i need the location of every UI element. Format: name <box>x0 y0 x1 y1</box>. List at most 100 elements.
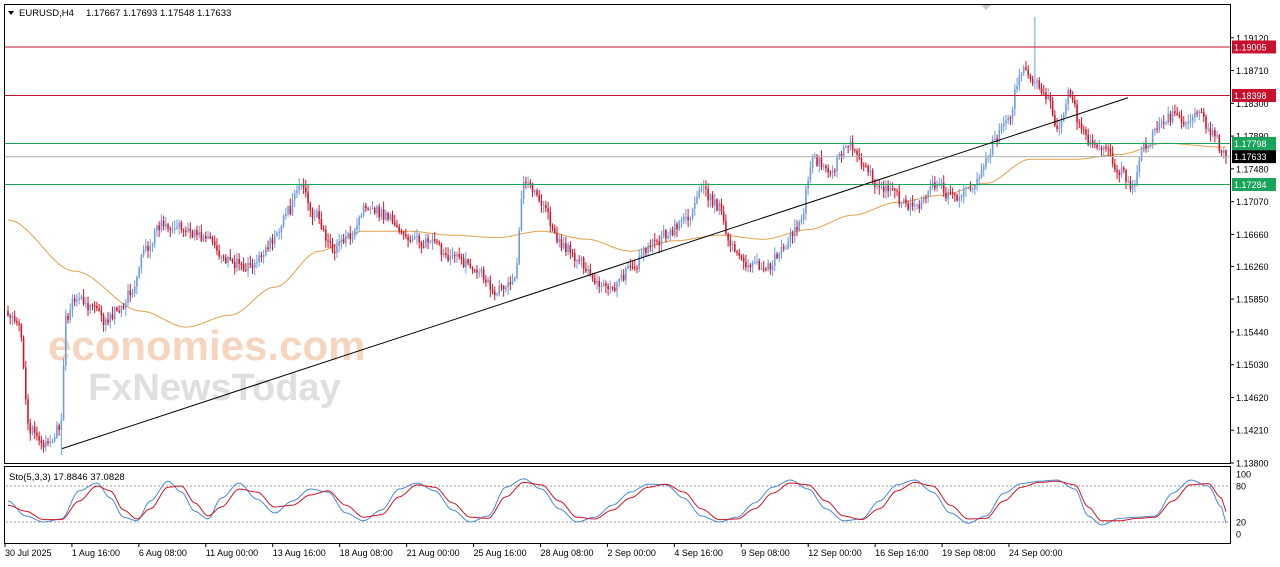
candle-bearish <box>458 253 460 257</box>
candle-bullish <box>542 205 545 207</box>
candle-bullish <box>451 254 454 257</box>
candle-bearish <box>1025 67 1027 70</box>
candle-bearish <box>1082 129 1085 131</box>
candle-bullish <box>285 213 287 216</box>
candle-bearish <box>622 274 625 281</box>
candle-bullish <box>805 188 807 214</box>
candle-bearish <box>482 269 485 280</box>
candle-bearish <box>1042 92 1045 94</box>
candle-bullish <box>994 138 996 140</box>
candle-bearish <box>427 238 429 243</box>
candle-bullish <box>380 209 383 218</box>
candle-bearish <box>311 210 314 218</box>
candle-bearish <box>196 230 198 236</box>
candle-bearish <box>213 241 216 246</box>
candle-bullish <box>778 253 781 259</box>
candle-bullish <box>173 228 176 230</box>
candle-bearish <box>1169 113 1172 122</box>
current-price-tag-text: 1.17633 <box>1234 152 1267 162</box>
candle-bearish <box>862 165 865 167</box>
price-tick-label: 1.14620 <box>1236 393 1269 403</box>
candle-bearish <box>1122 167 1125 170</box>
candle-bearish <box>1205 116 1207 129</box>
candle-bullish <box>960 196 963 198</box>
candle-bearish <box>887 185 889 192</box>
candle-bullish <box>11 315 14 318</box>
candle-bullish <box>1047 95 1049 100</box>
candle-bullish <box>774 253 776 266</box>
candle-bullish <box>909 202 912 210</box>
candle-bullish <box>480 269 483 273</box>
candle-bullish <box>693 203 696 209</box>
candle-bullish <box>673 224 676 236</box>
candle-bullish <box>278 232 280 234</box>
candle-bearish <box>27 399 29 424</box>
price-tick-label: 1.13800 <box>1236 459 1269 469</box>
candle-bearish <box>776 253 778 259</box>
candle-bearish <box>736 251 738 254</box>
candle-bullish <box>702 187 705 189</box>
candle-bullish <box>647 245 649 253</box>
candle-bullish <box>562 243 565 248</box>
candle-bearish <box>29 423 32 434</box>
candle-bullish <box>980 170 983 178</box>
candle-bearish <box>445 253 447 255</box>
candle-bullish <box>1014 89 1016 110</box>
candle-bullish <box>220 256 223 258</box>
candle-bearish <box>9 315 12 318</box>
candle-bearish <box>73 298 76 302</box>
candle-bearish <box>180 222 183 230</box>
candle-bearish <box>218 250 220 257</box>
candle-bearish <box>471 267 474 270</box>
candle-bullish <box>316 211 318 218</box>
candle-bearish <box>305 187 307 193</box>
candle-bullish <box>914 205 916 207</box>
candle-bullish <box>269 238 272 250</box>
candle-bullish <box>142 249 145 256</box>
candle-bearish <box>762 268 765 270</box>
candle-bullish <box>227 257 229 264</box>
candle-bearish <box>1178 114 1181 117</box>
candle-bearish <box>469 263 472 268</box>
ohlc-values: 1.17667 1.17693 1.17548 1.17633 <box>86 8 231 19</box>
candle-bullish <box>1002 123 1005 126</box>
candle-bullish <box>516 263 518 278</box>
candle-bullish <box>256 261 258 264</box>
candle-bearish <box>22 337 25 368</box>
price-tick-label: 1.16260 <box>1236 262 1269 272</box>
candle-bearish <box>47 441 49 444</box>
candle-bearish <box>820 157 823 168</box>
time-tick-label: 6 Aug 08:00 <box>139 548 187 558</box>
time-tick-label: 16 Sep 16:00 <box>875 548 929 558</box>
stochastic-tick-label: 100 <box>1236 470 1251 480</box>
candle-bullish <box>978 177 981 179</box>
candle-bearish <box>733 243 736 252</box>
candle-bearish <box>671 229 674 236</box>
candle-bearish <box>949 191 952 193</box>
candle-bullish <box>533 190 536 193</box>
candle-bearish <box>100 310 103 316</box>
candle-bearish <box>882 186 885 192</box>
candle-bullish <box>962 188 965 197</box>
candle-bearish <box>536 190 538 195</box>
candle-bearish <box>36 432 38 436</box>
candle-bearish <box>205 236 207 239</box>
candle-bearish <box>1031 78 1034 84</box>
candle-bullish <box>685 216 687 218</box>
candle-bearish <box>856 150 858 155</box>
candle-bearish <box>954 193 956 195</box>
candle-bullish <box>1007 117 1009 121</box>
candle-bearish <box>189 228 192 232</box>
candle-bullish <box>62 365 65 421</box>
candle-bearish <box>436 240 438 243</box>
candle-bearish <box>251 265 254 268</box>
candle-bullish <box>651 239 654 247</box>
candle-bullish <box>849 141 852 147</box>
candle-bearish <box>531 184 534 193</box>
candle-bullish <box>416 235 418 237</box>
candle-bullish <box>385 212 387 220</box>
candle-bullish <box>798 221 801 231</box>
candle-bullish <box>449 256 452 261</box>
candle-bearish <box>1145 144 1147 149</box>
candle-bullish <box>965 188 967 190</box>
